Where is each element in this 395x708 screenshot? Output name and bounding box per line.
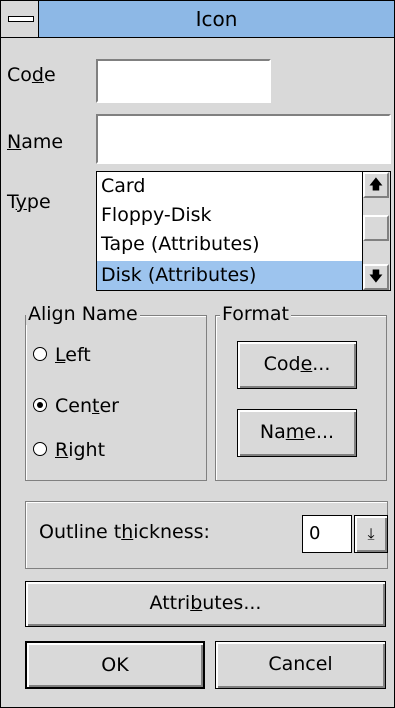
type-listbox[interactable]: Card Floppy-Disk Tape (Attributes) Disk … (96, 171, 391, 291)
arrow-up-icon: 🡅 (368, 177, 384, 193)
scroll-up-button[interactable]: 🡅 (363, 172, 389, 198)
icon-dialog: Icon Code Name Type Card Floppy-Disk Tap… (0, 0, 395, 708)
align-left-radio[interactable]: Left (33, 344, 91, 366)
cancel-button[interactable]: Cancel (215, 641, 386, 689)
dropdown-button[interactable]: ⤓ (354, 515, 388, 553)
list-item-selected[interactable]: Disk (Attributes) (97, 261, 362, 290)
format-name-button[interactable]: Name... (237, 409, 357, 457)
align-right-radio[interactable]: Right (33, 439, 105, 461)
type-scrollbar[interactable]: 🡅 🡇 (362, 172, 390, 290)
radio-selected-icon (33, 398, 47, 412)
scroll-thumb[interactable] (363, 215, 389, 241)
radio-icon (33, 442, 47, 456)
align-name-title: Align Name (26, 303, 140, 325)
name-field[interactable] (96, 114, 391, 164)
title-bar: Icon (1, 1, 394, 38)
outline-thickness-combo[interactable]: 0 ⤓ (302, 515, 388, 555)
outline-thickness-label: Outline thickness: (39, 521, 210, 543)
type-label: Type (7, 191, 51, 213)
list-item[interactable]: Floppy-Disk (97, 201, 362, 230)
align-center-radio[interactable]: Center (33, 395, 119, 417)
format-code-button[interactable]: Code... (237, 341, 357, 389)
code-label: Code (7, 64, 56, 86)
outline-thickness-value[interactable]: 0 (302, 515, 352, 553)
ok-button[interactable]: OK (25, 641, 205, 689)
name-label: Name (7, 131, 64, 153)
list-item[interactable]: Tape (Attributes) (97, 230, 362, 259)
list-item[interactable]: Card (97, 172, 362, 201)
window-title: Icon (195, 7, 238, 31)
radio-icon (33, 347, 47, 361)
arrow-down-icon: ⤓ (367, 524, 375, 543)
attributes-button[interactable]: Attributes... (25, 581, 386, 627)
arrow-down-icon: 🡇 (368, 269, 384, 285)
format-title: Format (220, 303, 291, 325)
scroll-down-button[interactable]: 🡇 (363, 264, 389, 290)
system-menu-icon (8, 16, 34, 22)
system-menu-button[interactable] (1, 1, 39, 37)
code-field[interactable] (96, 59, 271, 103)
